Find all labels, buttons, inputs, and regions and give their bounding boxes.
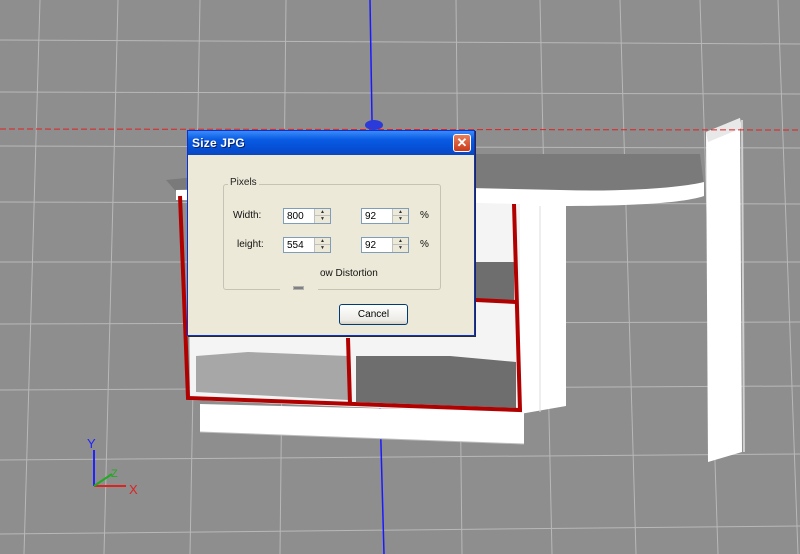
- width-percent-up-button[interactable]: ▲: [393, 209, 408, 216]
- cancel-button[interactable]: Cancel: [339, 304, 408, 325]
- width-percent-spinner: ▲ ▼: [361, 208, 409, 224]
- origin-marker: [365, 120, 383, 130]
- side-panel: [706, 118, 745, 462]
- dialog-titlebar[interactable]: Size JPG ✕: [188, 131, 474, 155]
- height-percent-symbol: %: [420, 239, 429, 250]
- pixels-group-label: Pixels: [228, 177, 259, 188]
- allow-distortion-checkbox[interactable]: [293, 286, 304, 290]
- width-pixels-up-button[interactable]: ▲: [315, 209, 330, 216]
- height-pixels-arrows: ▲ ▼: [314, 238, 330, 252]
- dialog-body: Pixels Width: ▲ ▼ ▲ ▼ % leight: ▲ ▼: [190, 155, 472, 333]
- allow-distortion-label: ow Distortion: [320, 268, 378, 279]
- dialog-title: Size JPG: [192, 136, 245, 150]
- width-pixels-input[interactable]: [284, 209, 317, 223]
- height-percent-down-button[interactable]: ▼: [393, 245, 408, 252]
- height-percent-input[interactable]: [362, 238, 395, 252]
- width-pixels-arrows: ▲ ▼: [314, 209, 330, 223]
- height-percent-spinner: ▲ ▼: [361, 237, 409, 253]
- height-pixels-up-button[interactable]: ▲: [315, 238, 330, 245]
- height-percent-up-button[interactable]: ▲: [393, 238, 408, 245]
- width-percent-input[interactable]: [362, 209, 395, 223]
- z-axis-label: Z: [111, 468, 118, 480]
- height-label: leight:: [237, 239, 264, 250]
- width-percent-down-button[interactable]: ▼: [393, 216, 408, 223]
- height-pixels-input[interactable]: [284, 238, 317, 252]
- width-label: Width:: [233, 210, 262, 221]
- width-pixels-down-button[interactable]: ▼: [315, 216, 330, 223]
- width-pixels-spinner: ▲ ▼: [283, 208, 331, 224]
- width-percent-symbol: %: [420, 210, 429, 221]
- close-button[interactable]: ✕: [453, 134, 471, 152]
- height-pixels-spinner: ▲ ▼: [283, 237, 331, 253]
- close-icon: ✕: [456, 135, 468, 150]
- height-percent-arrows: ▲ ▼: [392, 238, 408, 252]
- height-pixels-down-button[interactable]: ▼: [315, 245, 330, 252]
- width-percent-arrows: ▲ ▼: [392, 209, 408, 223]
- y-axis-label: Y: [87, 436, 96, 451]
- axis-gizmo: Y X Z: [87, 436, 138, 497]
- x-axis-label: X: [129, 482, 138, 497]
- size-jpg-dialog: Size JPG ✕ Pixels Width: ▲ ▼ ▲ ▼ % leigh…: [187, 130, 475, 336]
